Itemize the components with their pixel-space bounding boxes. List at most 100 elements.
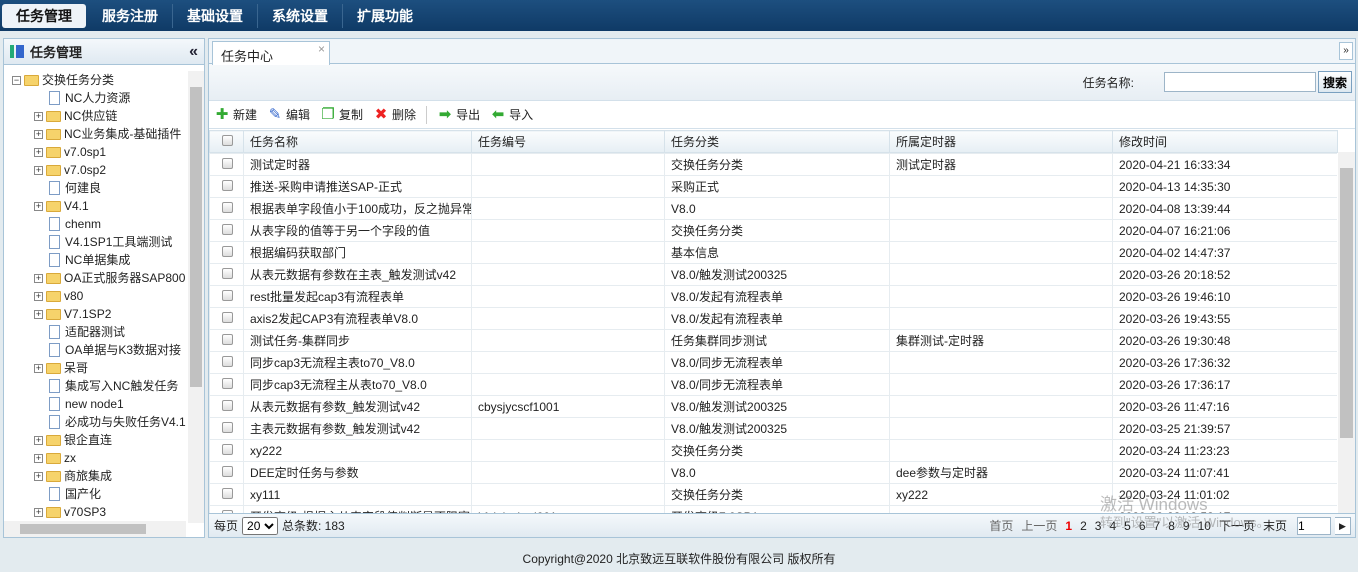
table-row[interactable]: 同步cap3无流程主从表to70_V8.0 V8.0/同步无流程表单 2020-03…: [209, 373, 1337, 396]
first-page-button[interactable]: 首页: [989, 517, 1013, 534]
import-button[interactable]: ⬅ 导入: [490, 106, 533, 123]
tree-node[interactable]: chenm: [4, 215, 186, 233]
row-checkbox[interactable]: [209, 219, 244, 242]
tree-node[interactable]: − 交换任务分类: [4, 71, 186, 89]
row-checkbox[interactable]: [209, 329, 244, 352]
row-checkbox[interactable]: [209, 241, 244, 264]
page-link[interactable]: 1: [1065, 519, 1072, 533]
tree-node[interactable]: + v7.0sp2: [4, 161, 186, 179]
collapse-node-icon[interactable]: −: [12, 75, 21, 85]
tree-node[interactable]: + 商旅集成: [4, 467, 186, 485]
tree-node[interactable]: + v70SP3: [4, 503, 186, 521]
page-link[interactable]: 5: [1124, 519, 1131, 533]
tree-node[interactable]: 何建良: [4, 179, 186, 197]
nav-item[interactable]: 系统设置: [258, 3, 343, 28]
table-row[interactable]: 从表元数据有参数在主表_触发测试v42 V8.0/触发测试200325 2020-0…: [209, 263, 1337, 286]
nav-item[interactable]: 任务管理: [2, 3, 86, 28]
grid-scrollbar[interactable]: [1338, 152, 1355, 514]
column-header[interactable]: 任务编号: [471, 130, 665, 153]
task-name-search-input[interactable]: [1163, 72, 1316, 92]
tree-node[interactable]: + NC业务集成-基础插件: [4, 125, 186, 143]
expand-icon[interactable]: +: [34, 111, 43, 121]
page-link[interactable]: 7: [1154, 519, 1161, 533]
tree-node[interactable]: + V4.1: [4, 197, 186, 215]
row-checkbox[interactable]: [209, 307, 244, 330]
table-row[interactable]: rest批量发起cap3有流程表单 V8.0/发起有流程表单 2020-03-26 …: [209, 285, 1337, 308]
row-checkbox[interactable]: [209, 197, 244, 220]
go-page-button[interactable]: ▶: [1335, 516, 1351, 535]
tree-node[interactable]: + v80: [4, 287, 186, 305]
table-row[interactable]: 推送-采购申请推送SAP-正式 采购正式 2020-04-13 14:35:30: [209, 175, 1337, 198]
tree-h-scrollbar[interactable]: [4, 521, 186, 537]
expand-icon[interactable]: +: [34, 201, 43, 211]
tree-node[interactable]: + V7.1SP2: [4, 305, 186, 323]
table-row[interactable]: axis2发起CAP3有流程表单V8.0 V8.0/发起有流程表单 2020-03-…: [209, 307, 1337, 330]
tree-node[interactable]: 集成写入NC触发任务: [4, 377, 186, 395]
table-row[interactable]: xy222 交换任务分类 2020-03-24 11:23:23: [209, 439, 1337, 462]
row-checkbox[interactable]: [209, 263, 244, 286]
row-checkbox[interactable]: [209, 461, 244, 484]
tree-node[interactable]: 必成功与失败任务V4.1: [4, 413, 186, 431]
edit-button[interactable]: ✎ 编辑: [267, 106, 310, 123]
per-page-select[interactable]: 20: [242, 516, 279, 535]
row-checkbox[interactable]: [209, 483, 244, 506]
row-checkbox[interactable]: [209, 395, 244, 418]
tree-node[interactable]: OA单据与K3数据对接: [4, 341, 186, 359]
expand-icon[interactable]: +: [34, 453, 43, 463]
row-checkbox[interactable]: [209, 373, 244, 396]
export-button[interactable]: ➡ 导出: [437, 106, 480, 123]
expand-icon[interactable]: +: [34, 435, 43, 445]
expand-icon[interactable]: +: [34, 291, 43, 301]
table-row[interactable]: 测试任务-集群同步 任务集群同步测试 集群测试-定时器 2020-03-26 19:3…: [209, 329, 1337, 352]
table-row[interactable]: 根据编码获取部门 基本信息 2020-04-02 14:47:37: [209, 241, 1337, 264]
page-link[interactable]: 8: [1168, 519, 1175, 533]
tab-task-center[interactable]: 任务中心 ×: [212, 41, 330, 65]
page-link[interactable]: 6: [1139, 519, 1146, 533]
table-row[interactable]: 根据表单字段值小于100成功，反之抛异常 V8.0 2020-04-08 13:39…: [209, 197, 1337, 220]
table-row[interactable]: 从表字段的值等于另一个字段的值 交换任务分类 2020-04-07 16:21:06: [209, 219, 1337, 242]
column-header[interactable]: 任务名称: [243, 130, 472, 153]
tree-scrollbar[interactable]: [188, 71, 204, 523]
copy-button[interactable]: ❐ 复制: [320, 106, 363, 123]
nav-item[interactable]: 扩展功能: [343, 4, 427, 28]
tree-node[interactable]: NC人力资源: [4, 89, 186, 107]
column-header[interactable]: 任务分类: [664, 130, 890, 153]
nav-item[interactable]: 服务注册: [88, 3, 173, 28]
expand-icon[interactable]: +: [34, 147, 43, 157]
tree-node[interactable]: + OA正式服务器SAP800: [4, 269, 186, 287]
collapse-icon[interactable]: «: [189, 43, 198, 61]
search-button[interactable]: 搜索: [1317, 71, 1352, 93]
page-link[interactable]: 10: [1198, 519, 1211, 533]
tree-node[interactable]: 适配器测试: [4, 323, 186, 341]
expand-icon[interactable]: +: [34, 363, 43, 373]
row-checkbox[interactable]: [209, 175, 244, 198]
column-header[interactable]: 修改时间: [1112, 130, 1338, 153]
table-row[interactable]: DEE定时任务与参数 V8.0 dee参数与定时器 2020-03-24 11:07:…: [209, 461, 1337, 484]
row-checkbox[interactable]: [209, 153, 244, 176]
nav-item[interactable]: 基础设置: [173, 3, 258, 28]
column-header[interactable]: 所属定时器: [889, 130, 1113, 153]
tree-node[interactable]: 国产化: [4, 485, 186, 503]
row-checkbox[interactable]: [209, 417, 244, 440]
tree-node[interactable]: NC单据集成: [4, 251, 186, 269]
expand-icon[interactable]: +: [34, 273, 43, 283]
tree-node[interactable]: new node1: [4, 395, 186, 413]
page-link[interactable]: 4: [1109, 519, 1116, 533]
chevron-down-icon[interactable]: »: [1339, 42, 1353, 60]
table-row[interactable]: xy111 交换任务分类 xy222 2020-03-24 11:01:02: [209, 483, 1337, 506]
page-link[interactable]: 3: [1095, 519, 1102, 533]
expand-icon[interactable]: +: [34, 471, 43, 481]
select-all-checkbox[interactable]: [209, 130, 244, 153]
new-button[interactable]: ✚ 新建: [214, 106, 257, 123]
tree-node[interactable]: + zx: [4, 449, 186, 467]
prev-page-button[interactable]: 上一页: [1021, 517, 1057, 534]
table-row[interactable]: 同步cap3无流程主表to70_V8.0 V8.0/同步无流程表单 2020-03-…: [209, 351, 1337, 374]
last-page-button[interactable]: 末页: [1263, 517, 1287, 534]
row-checkbox[interactable]: [209, 285, 244, 308]
page-link[interactable]: 9: [1183, 519, 1190, 533]
tree-node[interactable]: + NC供应链: [4, 107, 186, 125]
tree-node[interactable]: + 银企直连: [4, 431, 186, 449]
row-checkbox[interactable]: [209, 351, 244, 374]
expand-icon[interactable]: +: [34, 507, 43, 517]
expand-icon[interactable]: +: [34, 165, 43, 175]
